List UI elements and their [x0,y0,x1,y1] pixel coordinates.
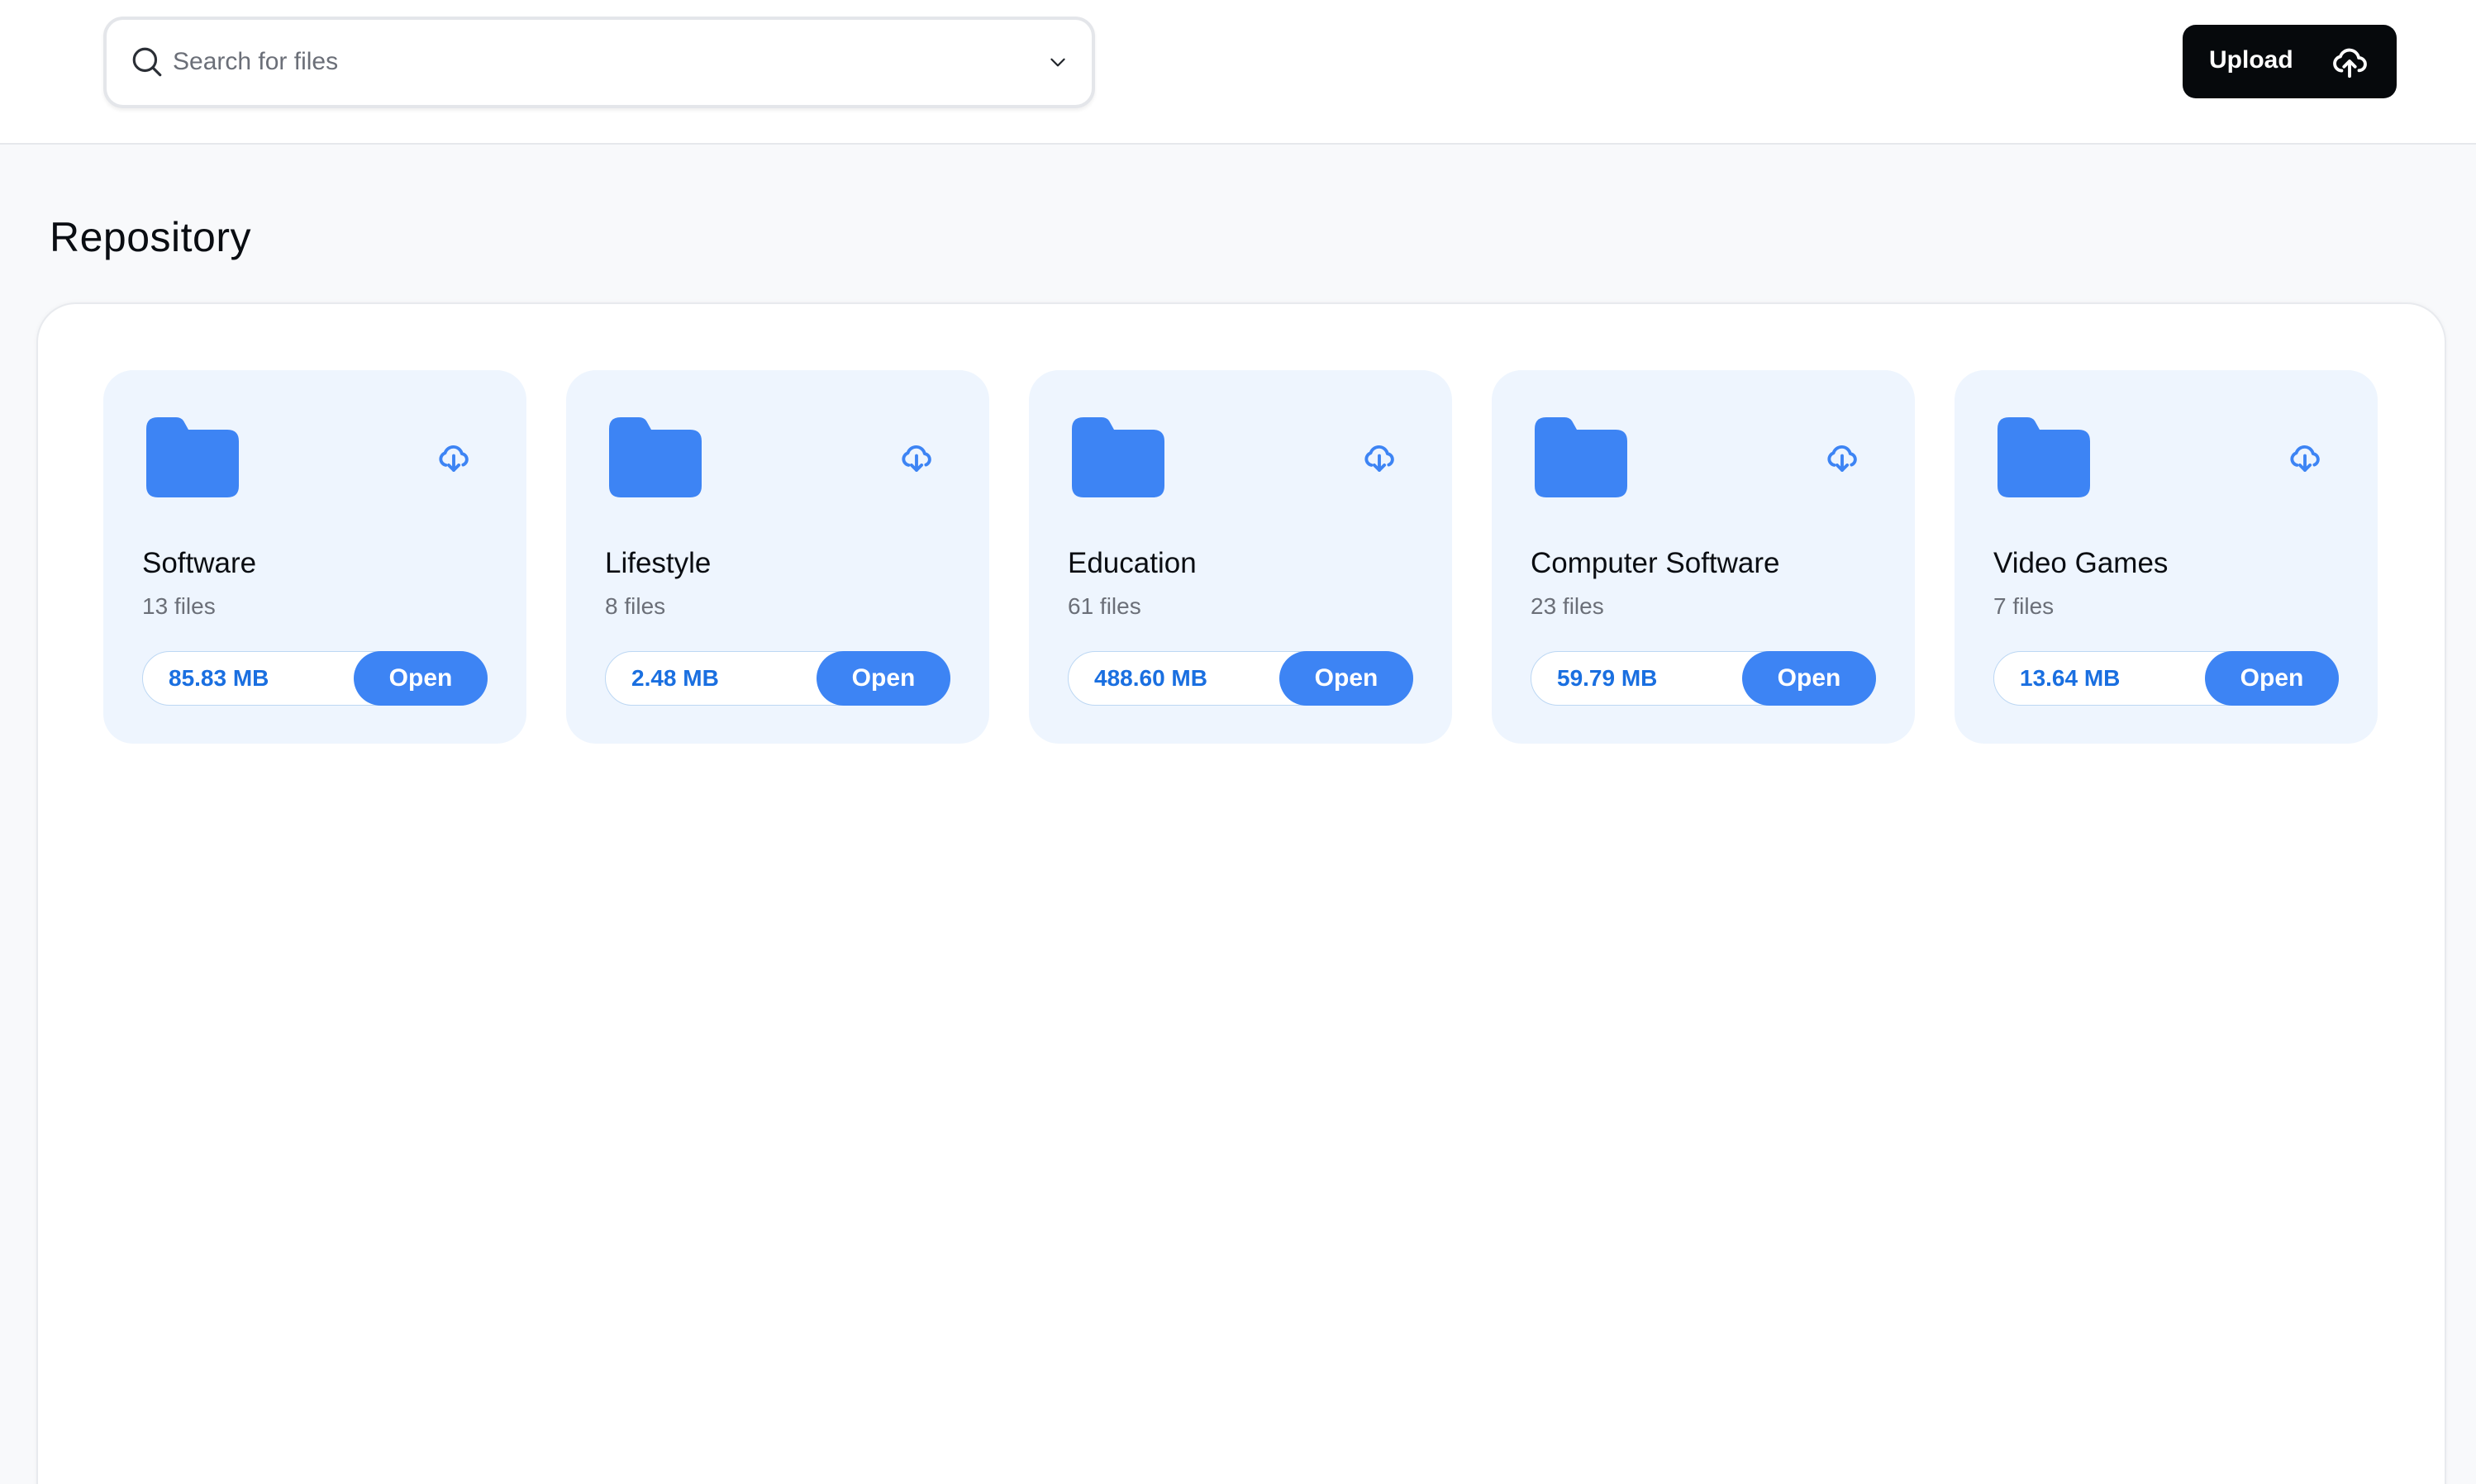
open-folder-button[interactable]: Open [354,651,488,706]
folder-name: Lifestyle [605,547,712,579]
search-icon [132,47,162,77]
folder-name: Video Games [1993,547,2169,579]
chevron-down-icon[interactable] [1047,51,1069,73]
folder-size-pill: 2.48 MB Open [605,651,950,706]
folder-card[interactable]: Computer Software 23 files 59.79 MB Open [1492,370,1915,744]
cloud-upload-icon [2333,48,2367,78]
folder-file-count: 8 files [605,593,666,619]
upload-button[interactable]: Upload [2183,25,2397,98]
open-folder-button[interactable]: Open [1742,651,1876,706]
top-header: Upload [0,0,2476,145]
folder-size: 488.60 MB [1094,665,1207,691]
folder-size-pill: 85.83 MB Open [142,651,488,706]
folder-size-pill: 59.79 MB Open [1531,651,1876,706]
folder-icon [1535,417,1627,497]
folder-icon [146,417,239,497]
cloud-download-icon[interactable] [436,441,472,476]
folder-size-pill: 13.64 MB Open [1993,651,2339,706]
search-input[interactable] [173,35,999,89]
folder-card[interactable]: Education 61 files 488.60 MB Open [1029,370,1452,744]
folder-size: 85.83 MB [169,665,269,691]
folder-icon [1072,417,1164,497]
cloud-download-icon[interactable] [898,441,935,476]
folder-name: Education [1068,547,1197,579]
folder-file-count: 13 files [142,593,216,619]
folder-card[interactable]: Software 13 files 85.83 MB Open [103,370,526,744]
cloud-download-icon[interactable] [2287,441,2323,476]
folder-size: 59.79 MB [1557,665,1658,691]
folder-icon [609,417,702,497]
folder-file-count: 23 files [1531,593,1604,619]
folder-card[interactable]: Lifestyle 8 files 2.48 MB Open [566,370,989,744]
search-bar[interactable] [103,17,1095,108]
page-title: Repository [50,214,251,260]
folder-file-count: 61 files [1068,593,1141,619]
folder-name: Software [142,547,257,579]
folder-icon [1997,417,2090,497]
open-folder-button[interactable]: Open [2205,651,2339,706]
open-folder-button[interactable]: Open [817,651,950,706]
folder-card[interactable]: Video Games 7 files 13.64 MB Open [1955,370,2378,744]
open-folder-button[interactable]: Open [1279,651,1413,706]
folder-size: 13.64 MB [2020,665,2121,691]
cloud-download-icon[interactable] [1824,441,1860,476]
folder-size-pill: 488.60 MB Open [1068,651,1413,706]
folder-name: Computer Software [1531,547,1780,579]
folder-file-count: 7 files [1993,593,2055,619]
cloud-download-icon[interactable] [1361,441,1398,476]
upload-button-label: Upload [2209,46,2293,74]
folder-size: 2.48 MB [631,665,719,691]
